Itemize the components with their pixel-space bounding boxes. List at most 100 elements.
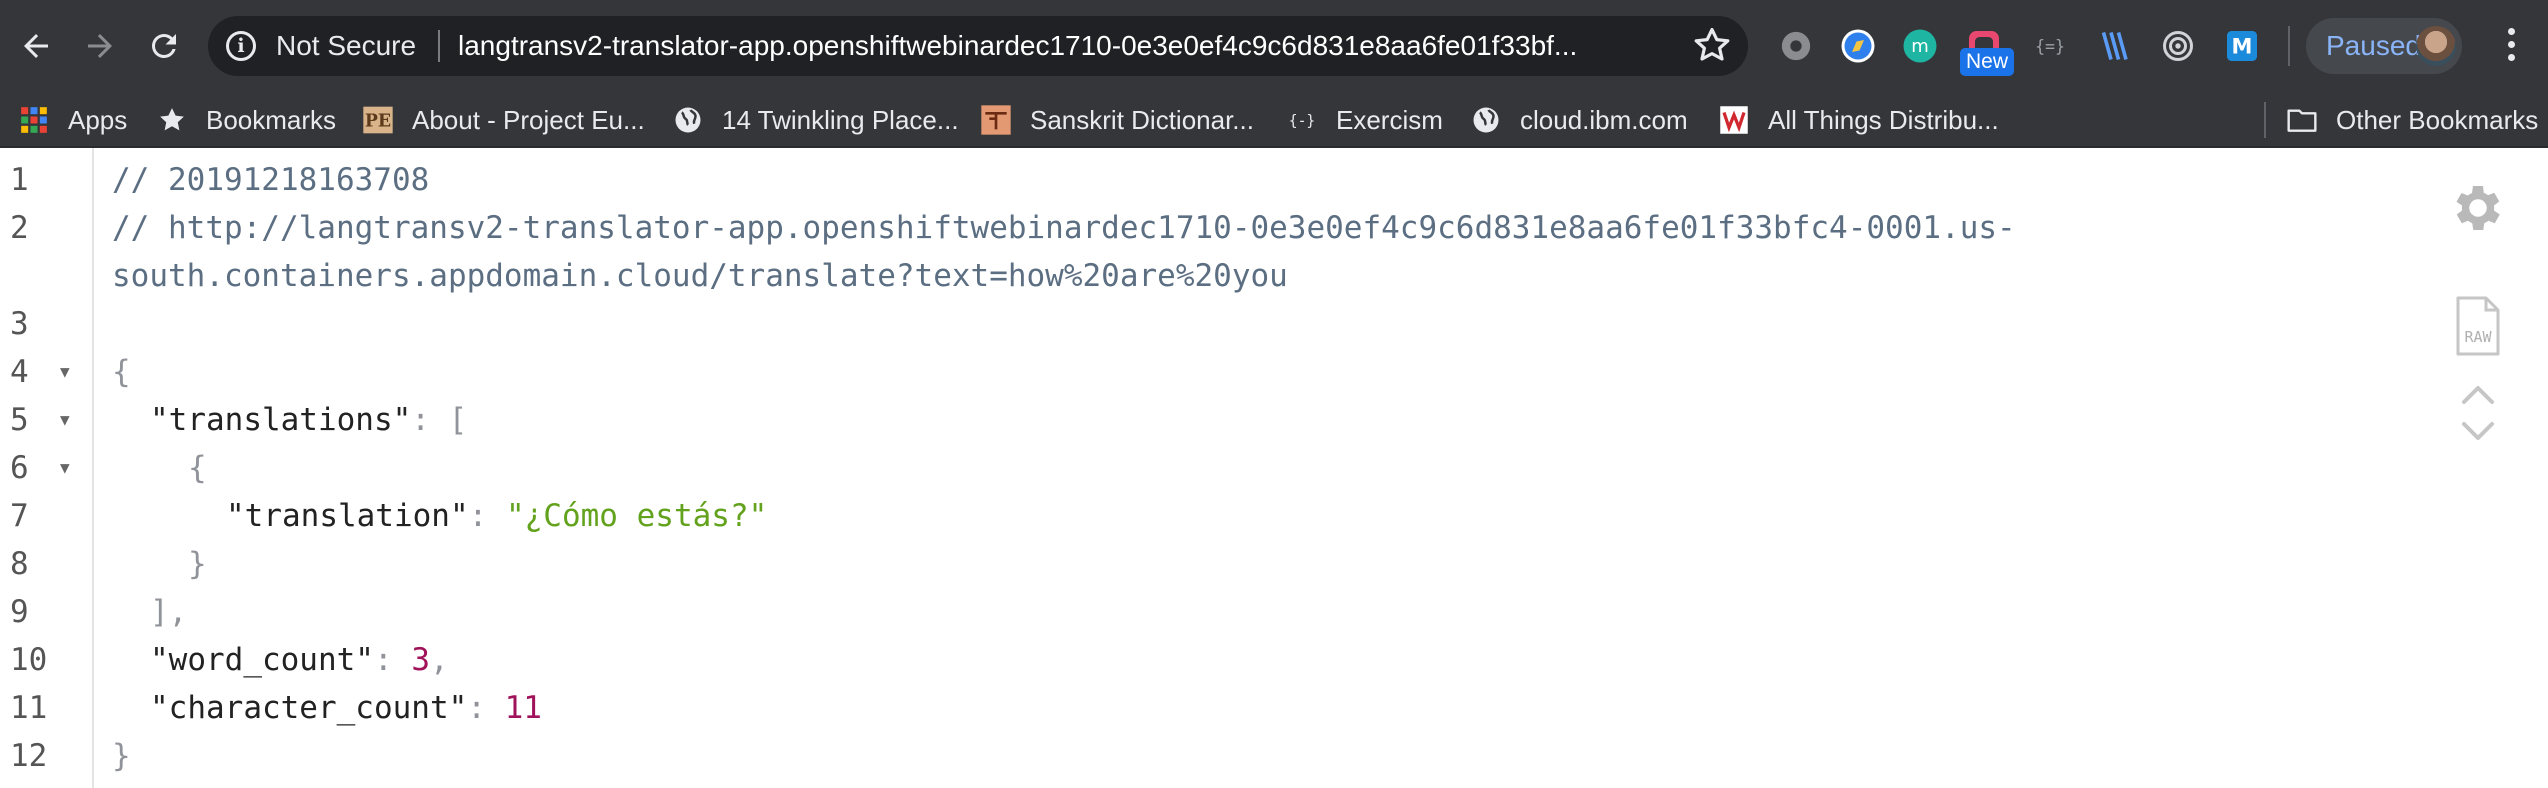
reload-button[interactable] (134, 16, 194, 76)
fold-toggle-icon[interactable]: ▼ (60, 396, 80, 444)
bookmark-label: 14 Twinkling Place... (722, 105, 959, 135)
extension-gear-icon[interactable] (1774, 24, 1818, 68)
profile-status: Paused (2326, 30, 2421, 61)
extension-mercury-icon[interactable]: m (1898, 24, 1942, 68)
back-button[interactable] (6, 16, 66, 76)
extension-target-icon[interactable] (2156, 24, 2200, 68)
globe-icon (1470, 104, 1502, 136)
other-bookmarks-folder[interactable]: Other Bookmarks (2286, 92, 2538, 148)
json-colon: : (468, 498, 488, 534)
json-close-brace: } (112, 738, 131, 774)
forward-arrow-icon (88, 34, 112, 58)
bookmark-label: Exercism (1336, 105, 1443, 135)
bookmark-label: cloud.ibm.com (1520, 105, 1688, 135)
json-open-bracket: [ (448, 402, 468, 438)
reload-icon (151, 33, 176, 58)
address-bar[interactable]: i Not Secure langtransv2-translator-app.… (208, 16, 1748, 76)
svg-text:m: m (1911, 36, 1929, 57)
project-euler-icon: PE (362, 104, 394, 136)
sanskrit-dictionary-icon (980, 104, 1012, 136)
browser-toolbar: i Not Secure langtransv2-translator-app.… (0, 0, 2548, 92)
avatar (2416, 26, 2456, 66)
info-icon[interactable]: i (226, 31, 256, 61)
line-number: 7 (10, 498, 29, 534)
line-number: 5 (10, 402, 29, 438)
url-text[interactable]: langtransv2-translator-app.openshiftwebi… (458, 30, 1878, 62)
address-divider (438, 30, 440, 62)
bookmark-bookmarks[interactable]: Bookmarks (156, 92, 336, 148)
line-number: 3 (10, 306, 29, 342)
raw-view-button[interactable]: RAW (2454, 296, 2502, 358)
svg-text:{=}: {=} (2035, 37, 2065, 56)
raw-label: RAW (2464, 328, 2492, 346)
bookmark-twinkling-place[interactable]: 14 Twinkling Place... (672, 92, 959, 148)
bookmark-star-button[interactable] (1688, 22, 1736, 70)
json-colon: : (467, 690, 486, 726)
bookmark-exercism[interactable]: {-} Exercism (1286, 92, 1443, 148)
bookmark-all-things-distributed[interactable]: All Things Distribu... (1718, 92, 1999, 148)
all-things-distributed-icon (1718, 104, 1750, 136)
bookmark-label: About - Project Eu... (412, 105, 645, 135)
exercism-icon: {-} (1286, 104, 1318, 136)
star-icon (156, 104, 188, 136)
svg-text:PE: PE (365, 112, 391, 132)
extension-m-icon[interactable]: M (2220, 24, 2264, 68)
bookmark-label: All Things Distribu... (1768, 105, 1999, 135)
json-open-brace: { (112, 354, 131, 390)
profile-button[interactable]: Paused (2306, 18, 2462, 74)
json-key-translation: "translation" (226, 498, 469, 534)
json-comma: , (429, 642, 449, 678)
timestamp-comment: // 20191218163708 (112, 162, 430, 198)
settings-gear-icon[interactable] (2448, 178, 2508, 238)
bookmarks-divider (2264, 102, 2266, 138)
line-number: 2 (10, 210, 29, 246)
chevron-up-icon (2462, 386, 2494, 404)
url-comment: // http://langtransv2-translator-app.ope… (112, 210, 2016, 246)
fold-toggle-icon[interactable]: ▼ (60, 444, 80, 492)
line-number: 11 (10, 690, 48, 726)
browser-menu-button[interactable] (2496, 24, 2526, 68)
json-value-translation: "¿Cómo estás?" (505, 498, 768, 534)
apps-grid-icon (18, 104, 50, 136)
line-number: 10 (10, 642, 48, 678)
url-comment-continued: south.containers.appdomain.cloud/transla… (112, 258, 1288, 294)
json-colon: : (411, 402, 430, 438)
json-value-character-count: 11 (504, 690, 542, 726)
extension-compass-icon[interactable] (1836, 24, 1880, 68)
toolbar-divider (2288, 26, 2290, 66)
globe-icon (672, 104, 704, 136)
line-number: 8 (10, 546, 29, 582)
bookmark-cloud-ibm[interactable]: cloud.ibm.com (1470, 92, 1688, 148)
chevron-down-icon (2462, 422, 2494, 440)
fold-toggle-icon[interactable]: ▼ (60, 348, 80, 396)
back-arrow-icon (24, 34, 48, 58)
json-close-bracket: ], (150, 594, 188, 630)
line-number: 9 (10, 594, 29, 630)
forward-button[interactable] (70, 16, 130, 76)
security-status[interactable]: Not Secure (276, 30, 416, 62)
svg-text:M: M (2232, 35, 2253, 59)
star-outline-icon (1694, 28, 1730, 61)
bookmark-project-euler[interactable]: PE About - Project Eu... (362, 92, 645, 148)
line-number: 4 (10, 354, 29, 390)
json-key-word-count: "word_count" (150, 642, 374, 678)
bookmark-apps[interactable]: Apps (18, 92, 127, 148)
bookmarks-bar: Apps Bookmarks PE About - Project Eu... … (0, 92, 2548, 148)
bookmark-label: Sanskrit Dictionar... (1030, 105, 1254, 135)
line-number: 1 (10, 162, 29, 198)
json-viewer: 1 // 20191218163708 2 // http://langtran… (0, 148, 2548, 788)
extension-json-icon[interactable]: {=} (2028, 24, 2072, 68)
folder-icon (2286, 104, 2318, 136)
json-key-character-count: "character_count" (150, 690, 468, 726)
bookmark-label: Apps (68, 105, 128, 135)
json-inner-open-brace: { (188, 450, 207, 486)
bookmark-sanskrit-dictionary[interactable]: Sanskrit Dictionar... (980, 92, 1254, 148)
collapse-expand-toggle[interactable] (2458, 378, 2498, 448)
line-number: 12 (10, 738, 48, 774)
json-key-translations: "translations" (150, 402, 412, 438)
extension-stripes-icon[interactable] (2092, 24, 2136, 68)
line-number: 6 (10, 450, 29, 486)
json-value-word-count: 3 (411, 642, 430, 678)
extension-new-badge: New (1960, 48, 2014, 76)
svg-text:{-}: {-} (1289, 112, 1315, 129)
